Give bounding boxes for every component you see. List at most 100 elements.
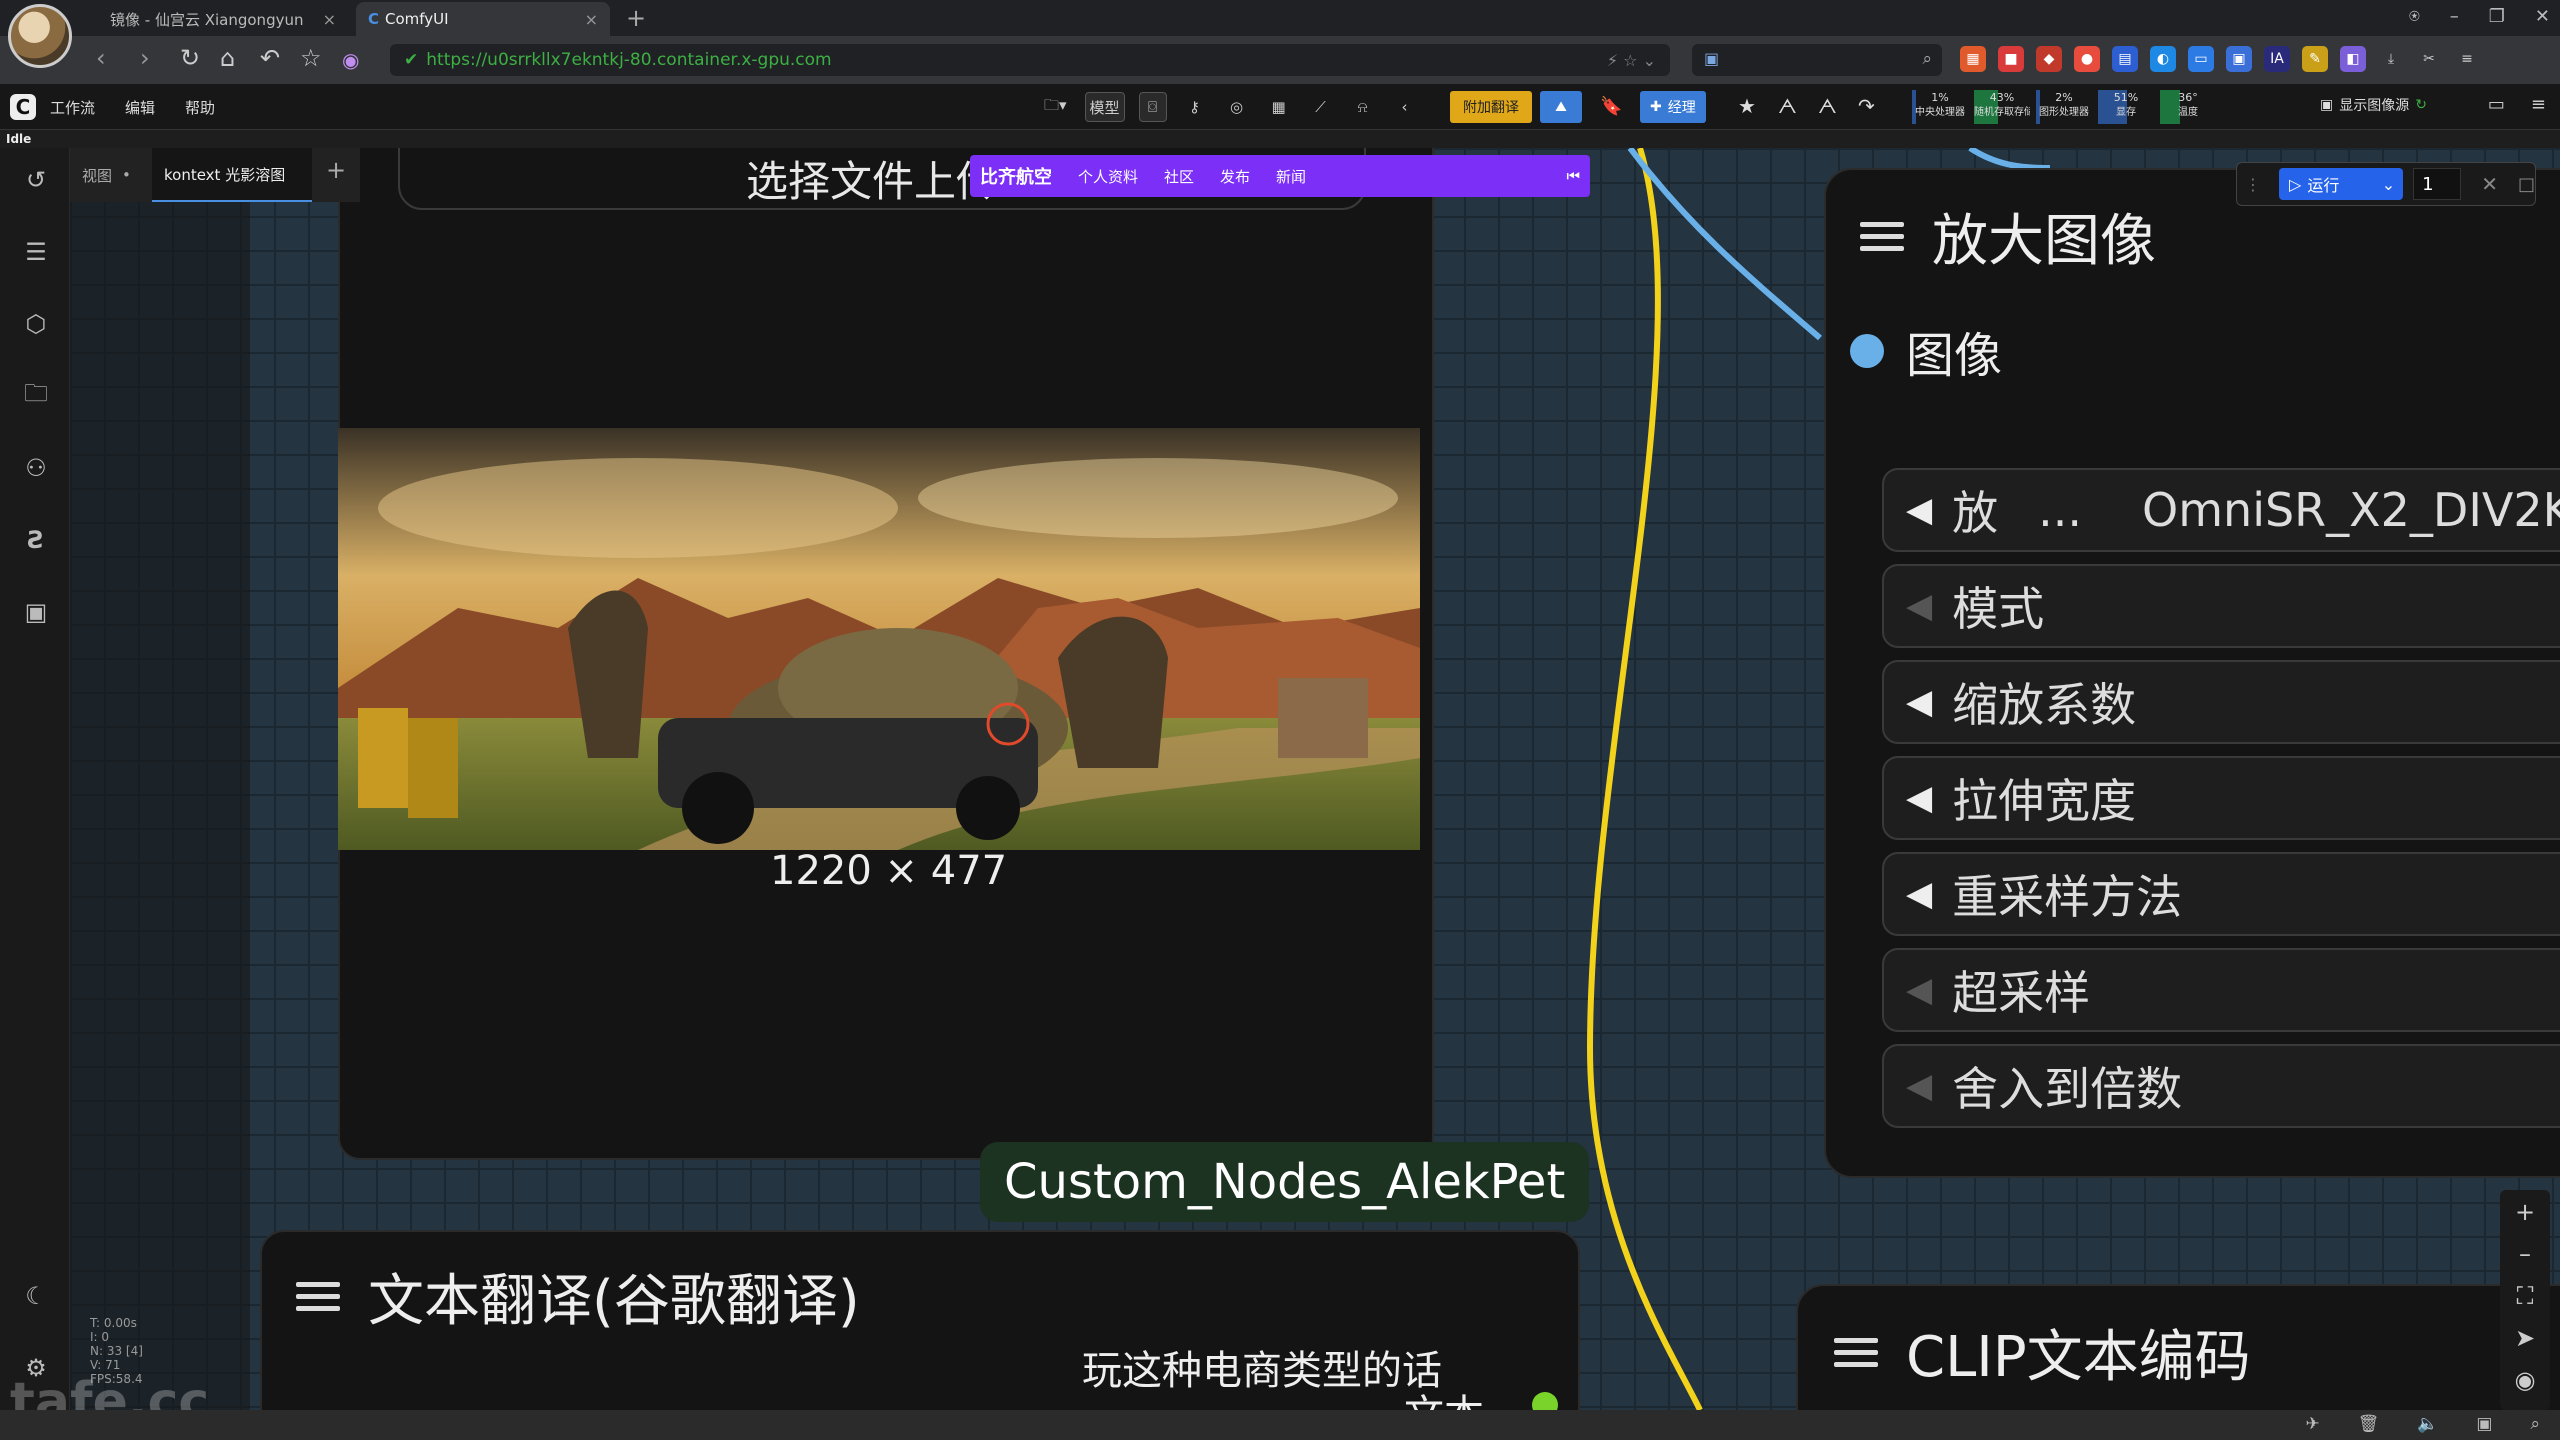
preview-image[interactable] xyxy=(338,428,1420,850)
decrement-arrow-icon[interactable]: ◀ xyxy=(1906,490,1932,530)
ext-icon-4[interactable]: ● xyxy=(2074,46,2100,72)
close-icon[interactable]: × xyxy=(323,10,336,29)
check-circle-icon[interactable]: ◎ xyxy=(1223,92,1251,122)
widget-row[interactable]: ◀ 拉伸宽度 xyxy=(1882,756,2560,840)
trash-icon[interactable]: 🗑 xyxy=(2358,1414,2380,1434)
ext-icon-3[interactable]: ◆ xyxy=(2036,46,2062,72)
widget-row[interactable]: ◀ 重采样方法 xyxy=(1882,852,2560,936)
close-window-icon[interactable]: ✕ xyxy=(2535,6,2550,27)
decrement-arrow-icon[interactable]: ◀ xyxy=(1906,874,1932,914)
widget-row[interactable]: ◀ 舍入到倍数 xyxy=(1882,1044,2560,1128)
visibility-icon[interactable]: ◉ xyxy=(2515,1366,2536,1394)
folder-icon[interactable]: 🗀▾ xyxy=(1040,92,1071,122)
promo-brand[interactable]: 比齐航空 xyxy=(980,163,1052,189)
url-field[interactable]: ✔ https://u0srrkllx7ekntkj-80.container.… xyxy=(390,44,1670,76)
undo-close-icon[interactable]: ↶ xyxy=(260,44,280,72)
ext-icon-11[interactable]: ◧ xyxy=(2340,46,2366,72)
workflow-tab-view[interactable]: 视图 • xyxy=(70,148,143,202)
group-label[interactable]: Custom_Nodes_AlekPet xyxy=(980,1142,1590,1222)
rocket-icon[interactable]: ✈ xyxy=(2305,1414,2319,1434)
decrement-arrow-icon[interactable]: ◀ xyxy=(1906,682,1932,722)
new-workflow-button[interactable]: + xyxy=(326,156,346,184)
home-icon[interactable]: ⌂ xyxy=(220,44,235,72)
bookmark-star-icon[interactable]: ☆ xyxy=(300,44,322,72)
menu-edit[interactable]: 编辑 xyxy=(125,97,155,118)
translate-button[interactable]: 附加翻译 xyxy=(1450,91,1532,123)
decrement-arrow-icon[interactable]: ◀ xyxy=(1906,970,1932,1010)
image-input-slot[interactable]: 图像 xyxy=(1850,316,2002,386)
model-library-icon[interactable]: 🗀 xyxy=(20,379,52,412)
decrement-arrow-icon[interactable]: ◀ xyxy=(1906,1066,1932,1106)
promo-link-news[interactable]: 新闻 xyxy=(1276,166,1306,187)
ext-icon-9[interactable]: IA xyxy=(2264,46,2290,72)
collapse-icon[interactable]: ‹ xyxy=(1391,92,1419,122)
sdppp-icon[interactable]: Ƨ xyxy=(20,524,52,556)
font-icon-a[interactable]: ᗅ xyxy=(1778,94,1797,118)
back-icon[interactable]: ‹ xyxy=(96,44,106,72)
input-port-dot[interactable] xyxy=(1850,334,1884,368)
bookmark-icon[interactable]: 🔖 xyxy=(1600,96,1622,117)
gallery-icon[interactable]: ▣ xyxy=(20,596,52,628)
ext-icon-5[interactable]: ▤ xyxy=(2112,46,2138,72)
promo-link-profile[interactable]: 个人资料 xyxy=(1078,166,1138,187)
run-button[interactable]: ▷ 运行 ⌄ xyxy=(2279,168,2404,200)
chart-icon[interactable]: ⟋ xyxy=(1307,92,1335,122)
ext-icon-10[interactable]: ✎ xyxy=(2302,46,2328,72)
stop-icon[interactable]: □ xyxy=(2518,174,2535,195)
node-menu-icon[interactable] xyxy=(296,1280,340,1314)
browser-search-input[interactable]: ▣ ⌕ xyxy=(1692,44,1942,76)
decrement-arrow-icon[interactable]: ◀ xyxy=(1906,778,1932,818)
pointer-icon[interactable]: ➤ xyxy=(2515,1324,2535,1352)
volume-icon[interactable]: 🔈 xyxy=(2417,1414,2438,1434)
widget-row[interactable]: ◀ 放... OmniSR_X2_DIV2K.sa xyxy=(1882,468,2560,552)
zoom-icon[interactable]: ⌕ xyxy=(2530,1414,2540,1434)
model-button[interactable]: 模型 xyxy=(1084,92,1125,122)
ext-icon-1[interactable]: ▦ xyxy=(1960,46,1986,72)
chevron-down-icon[interactable]: ⌄ xyxy=(2382,175,2395,194)
widget-row[interactable]: ◀ 超采样 xyxy=(1882,948,2560,1032)
restore-icon[interactable]: ❐ xyxy=(2489,6,2505,27)
ext-icon-6[interactable]: ◐ xyxy=(2150,46,2176,72)
node-menu-icon[interactable] xyxy=(1860,220,1904,254)
menu-help[interactable]: 帮助 xyxy=(185,97,215,118)
reload-icon[interactable]: ↻ xyxy=(180,44,200,72)
table-icon[interactable]: ▦ xyxy=(1265,92,1293,122)
drag-handle-icon[interactable]: ⋮ xyxy=(2245,175,2261,194)
pin-icon[interactable]: ⍟ xyxy=(2409,6,2420,27)
browser-menu-icon[interactable]: ≡ xyxy=(2454,46,2480,72)
promo-link-publish[interactable]: 发布 xyxy=(1220,166,1250,187)
queue-icon[interactable]: ☰ xyxy=(20,236,52,268)
ext-icon-7[interactable]: ▭ xyxy=(2188,46,2214,72)
graph-canvas[interactable]: 选择文件上传 1220 × 477 Custom_Nodes_AlekPet 文… xyxy=(70,148,2560,1410)
minimize-icon[interactable]: – xyxy=(2450,6,2459,27)
ext-icon-8[interactable]: ▣ xyxy=(2226,46,2252,72)
cancel-icon[interactable]: ✕ xyxy=(2481,172,2498,196)
browser-tab-xiangongyun[interactable]: 镜像 - 仙宫云 Xiangongyun × xyxy=(98,2,348,36)
promo-collapse-icon[interactable]: ⏮ xyxy=(1566,167,1580,185)
tools-icon[interactable]: ✂ xyxy=(2416,46,2442,72)
workflow-tab-kontext[interactable]: kontext 光影溶图 xyxy=(152,148,312,202)
decrement-arrow-icon[interactable]: ◀ xyxy=(1906,586,1932,626)
key-icon[interactable]: ⚷ xyxy=(1181,92,1209,122)
ext-icon-2[interactable]: ■ xyxy=(1998,46,2024,72)
panel-icon[interactable]: ▭ xyxy=(2488,94,2505,115)
history-icon[interactable]: ↺ xyxy=(20,164,52,196)
url-actions-icon[interactable]: ⚡ ☆ ⌄ xyxy=(1607,51,1656,70)
show-image-toggle[interactable]: ▣ 显示图像源 ↻ xyxy=(2320,95,2427,115)
browser-tab-comfyui[interactable]: C ComfyUI × xyxy=(356,2,610,36)
search-icon[interactable]: ⌕ xyxy=(1922,49,1932,69)
zoom-in-icon[interactable]: + xyxy=(2515,1198,2535,1226)
paint-icon[interactable]: ⛰ xyxy=(1540,91,1582,123)
fit-view-icon[interactable]: ⛶ xyxy=(2517,1282,2534,1310)
promo-link-community[interactable]: 社区 xyxy=(1164,166,1194,187)
comfy-logo-icon[interactable]: C xyxy=(10,94,36,120)
widget-row[interactable]: ◀ 模式 xyxy=(1882,564,2560,648)
download-icon[interactable]: ⤓ xyxy=(2378,46,2404,72)
profile-avatar[interactable] xyxy=(8,4,72,68)
node-menu-icon[interactable] xyxy=(1834,1336,1878,1370)
zoom-out-icon[interactable]: – xyxy=(2519,1240,2531,1268)
window-icon[interactable]: ▣ xyxy=(2476,1414,2492,1434)
widget-row[interactable]: ◀ 缩放系数 xyxy=(1882,660,2560,744)
extension-icon[interactable]: ◉ xyxy=(342,48,359,72)
manager-button[interactable]: ✚ 经理 xyxy=(1640,91,1706,123)
